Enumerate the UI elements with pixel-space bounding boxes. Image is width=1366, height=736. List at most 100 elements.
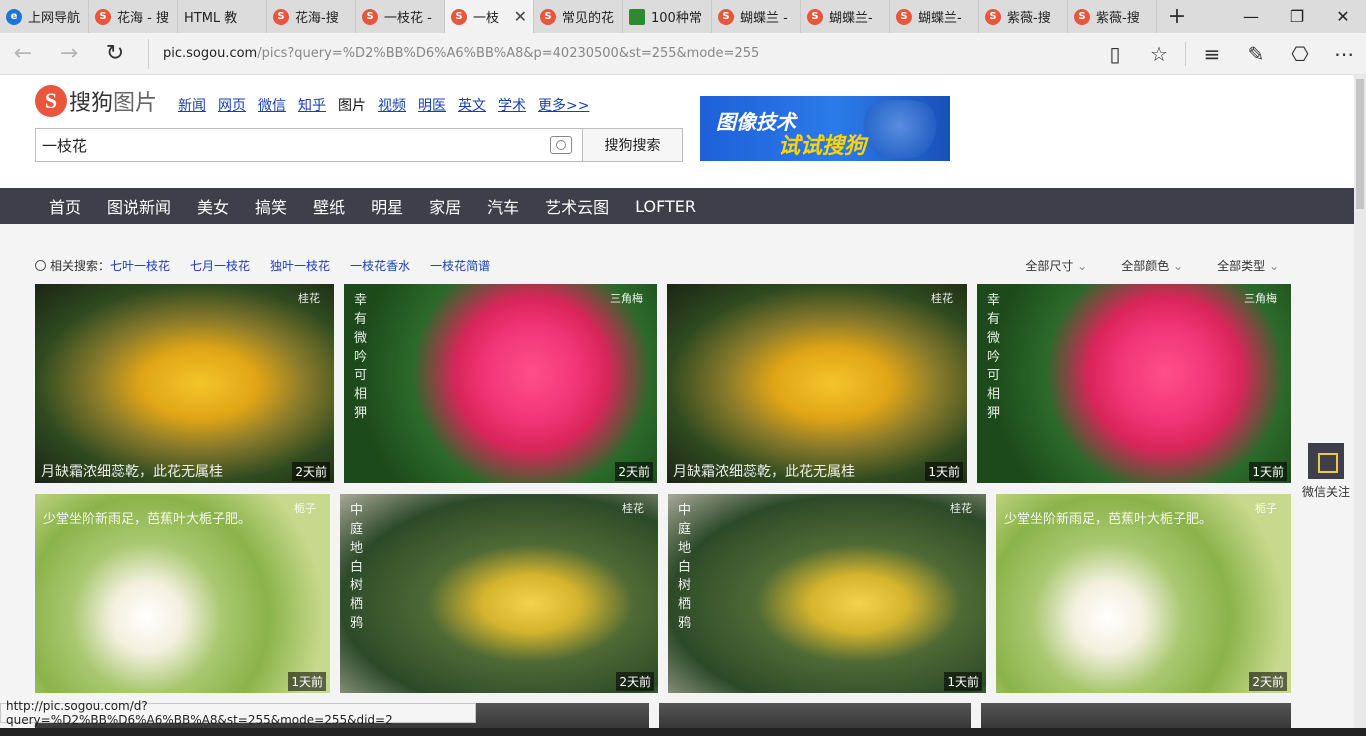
image-poem-text: 幸有微吟可相狎 xyxy=(987,293,1001,422)
ie-favicon-icon: e xyxy=(6,8,22,25)
taskbar xyxy=(0,728,1366,736)
image-poem-text: 中庭地白树栖鸦 xyxy=(678,503,692,632)
forward-button[interactable]: → xyxy=(46,33,92,75)
channel-link[interactable]: 知乎 xyxy=(298,95,326,115)
image-poem-text: 中庭地白树栖鸦 xyxy=(350,503,364,632)
filter-dropdown[interactable]: 全部颜色 ⌄ xyxy=(1121,257,1183,274)
image-result[interactable]: 桂花 中庭地白树栖鸦 2天前 xyxy=(340,494,658,693)
image-caption-tag: 桂花 xyxy=(931,292,953,305)
channel-link[interactable]: 图片 xyxy=(338,95,366,115)
browser-tab[interactable]: S 蝴蝶兰- xyxy=(801,0,890,33)
channel-link[interactable]: 更多>> xyxy=(538,95,589,115)
reading-view-icon[interactable]: ▯ xyxy=(1093,33,1137,75)
web-note-icon[interactable]: ✎ xyxy=(1234,33,1278,75)
tab-title: 紫薇-搜 xyxy=(1007,11,1051,26)
tab-title: 一枝花 - xyxy=(384,11,432,26)
channel-link[interactable]: 明医 xyxy=(418,95,446,115)
browser-tab[interactable]: e 上网导航 xyxy=(0,0,89,33)
channel-link[interactable]: 新闻 xyxy=(178,95,206,115)
page-scrollbar[interactable] xyxy=(1354,75,1366,728)
tab-close-icon[interactable]: ✕ xyxy=(514,7,527,26)
logo-text-sub: 图片 xyxy=(113,91,158,116)
close-window-button[interactable]: ✕ xyxy=(1320,0,1366,33)
category-link[interactable]: LOFTER xyxy=(635,197,696,216)
favorite-star-icon[interactable]: ☆ xyxy=(1137,33,1181,75)
category-link[interactable]: 明星 xyxy=(371,194,403,218)
image-result[interactable]: 桂花 中庭地白树栖鸦 1天前 xyxy=(668,494,986,693)
category-link[interactable]: 图说新闻 xyxy=(107,194,171,218)
image-result[interactable] xyxy=(659,703,971,728)
related-search-link[interactable]: 七月一枝花 xyxy=(190,257,250,274)
maximize-button[interactable]: ❐ xyxy=(1274,0,1320,33)
category-link[interactable]: 艺术云图 xyxy=(545,194,609,218)
filter-row: 相关搜索： 七叶一枝花 七月一枝花 独叶一枝花 一枝花香水 一枝花简谱 全部尺寸 ⌄ 全部… xyxy=(35,257,1291,275)
browser-tab[interactable]: 100种常 xyxy=(623,0,712,33)
browser-tab[interactable]: S 蝴蝶兰 - xyxy=(712,0,801,33)
image-result[interactable]: 桂花 月缺霜浓细蕊乾，此花无属桂 1天前 xyxy=(667,284,967,483)
camera-icon[interactable] xyxy=(550,136,572,154)
search-input[interactable]: 一枝花 xyxy=(35,128,583,162)
related-search-link[interactable]: 独叶一枝花 xyxy=(270,257,330,274)
image-caption-tag: 三角梅 xyxy=(610,292,643,305)
ad-banner[interactable]: 图像技术 试试搜狗 xyxy=(700,96,950,161)
category-link[interactable]: 壁纸 xyxy=(313,194,345,218)
sogou-logo[interactable]: S 搜狗图片 xyxy=(35,85,157,117)
channel-link[interactable]: 英文 xyxy=(458,95,486,115)
search-button[interactable]: 搜狗搜索 xyxy=(583,128,683,162)
sogou-logo-icon: S xyxy=(35,85,67,117)
scrollbar-thumb[interactable] xyxy=(1356,79,1364,209)
filter-dropdown[interactable]: 全部类型 ⌄ xyxy=(1217,257,1279,274)
image-caption-tag: 桂花 xyxy=(950,502,972,515)
image-result[interactable]: 三角梅 幸有微吟可相狎 1天前 xyxy=(977,284,1291,483)
back-button[interactable]: ← xyxy=(0,33,46,75)
browser-tab[interactable]: S 花海 - 搜 xyxy=(89,0,178,33)
image-result[interactable]: 栀子 少堂坐阶新雨足，芭蕉叶大栀子肥。 1天前 xyxy=(35,494,330,693)
new-tab-button[interactable]: + xyxy=(1157,0,1197,33)
hub-icon[interactable]: ≡ xyxy=(1190,33,1234,75)
window-controls: — ❐ ✕ xyxy=(1228,0,1366,33)
minimize-button[interactable]: — xyxy=(1228,0,1274,33)
browser-tab[interactable]: S 紫薇-搜 xyxy=(1068,0,1157,33)
image-result[interactable]: 三角梅 幸有微吟可相狎 2天前 xyxy=(344,284,657,483)
sogou-favicon-icon: S xyxy=(273,8,289,25)
search-input-value: 一枝花 xyxy=(42,136,88,155)
filter-dropdown[interactable]: 全部尺寸 ⌄ xyxy=(1025,257,1087,274)
browser-tab[interactable]: S 蝴蝶兰- xyxy=(890,0,979,33)
channel-link[interactable]: 学术 xyxy=(498,95,526,115)
browser-tab[interactable]: S 紫薇-搜 xyxy=(979,0,1068,33)
browser-tab[interactable]: S 常见的花 xyxy=(534,0,623,33)
sogou-favicon-icon: S xyxy=(718,8,734,25)
qr-code-icon xyxy=(1308,443,1344,479)
category-link[interactable]: 搞笑 xyxy=(255,194,287,218)
browser-tab[interactable]: S 一枝花 - xyxy=(356,0,445,33)
channel-link[interactable]: 视频 xyxy=(378,95,406,115)
sogou-favicon-icon: S xyxy=(985,8,1001,25)
related-search-link[interactable]: 一枝花香水 xyxy=(350,257,410,274)
more-icon[interactable]: ⋯ xyxy=(1322,33,1366,75)
image-result[interactable]: 栀子 少堂坐阶新雨足，芭蕉叶大栀子肥。 2天前 xyxy=(996,494,1291,693)
image-age-badge: 1天前 xyxy=(944,672,982,691)
image-poem-text: 幸有微吟可相狎 xyxy=(354,293,368,422)
page-content: S 搜狗图片 新闻 网页 微信 知乎 图片 视频 明医 英文 学术 更多>> 一枝花 搜狗搜索 图… xyxy=(0,75,1354,728)
related-search-link[interactable]: 一枝花简谱 xyxy=(430,257,490,274)
browser-tab[interactable]: S 一枝 ✕ xyxy=(445,0,534,33)
refresh-button[interactable]: ↻ xyxy=(92,33,138,75)
image-poem-text: 少堂坐阶新雨足，芭蕉叶大栀子肥。 xyxy=(1004,512,1213,527)
address-bar[interactable]: pic.sogou.com/pics?query=%D2%BB%D6%A6%BB… xyxy=(148,38,1078,69)
share-icon[interactable]: ⎔ xyxy=(1278,33,1322,75)
browser-tab[interactable]: S 花海-搜 xyxy=(267,0,356,33)
channel-link[interactable]: 网页 xyxy=(218,95,246,115)
category-link[interactable]: 家居 xyxy=(429,194,461,218)
category-link[interactable]: 汽车 xyxy=(487,194,519,218)
wechat-follow[interactable]: 微信关注 xyxy=(1300,443,1352,500)
related-search-link[interactable]: 七叶一枝花 xyxy=(110,257,170,274)
channel-link[interactable]: 微信 xyxy=(258,95,286,115)
image-result[interactable] xyxy=(981,703,1291,728)
category-link[interactable]: 美女 xyxy=(197,194,229,218)
browser-tab[interactable]: HTML 教 xyxy=(178,0,267,33)
image-result[interactable]: 桂花 月缺霜浓细蕊乾，此花无属桂 2天前 xyxy=(35,284,334,483)
browser-tab-bar: e 上网导航 S 花海 - 搜 HTML 教 S 花海-搜 S 一枝花 - S 一枝 ✕ S 常见的花 10… xyxy=(0,0,1366,33)
image-age-badge: 1天前 xyxy=(1249,462,1287,481)
category-link[interactable]: 首页 xyxy=(49,194,81,218)
browser-nav-bar: ← → ↻ pic.sogou.com/pics?query=%D2%BB%D6… xyxy=(0,33,1366,75)
